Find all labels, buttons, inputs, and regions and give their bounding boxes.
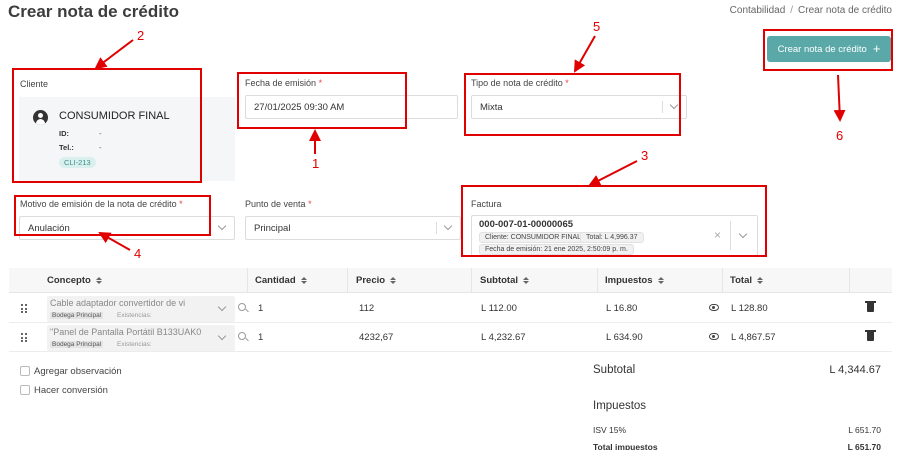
sort-icon [300,277,307,284]
header-cantidad[interactable]: Cantidad [255,275,307,286]
concept-select[interactable]: "Panel de Pantalla Portátil B133UAK0 Bod… [47,325,235,351]
pos-label: Punto de venta * [245,199,312,209]
header-total[interactable]: Total [730,275,763,286]
quantity-field[interactable]: 1 [258,303,263,314]
annotation-number-5: 5 [593,19,601,34]
isv-label: ISV 15% [593,425,627,435]
annotation-box-date [237,72,407,129]
drag-handle-icon[interactable] [21,333,27,342]
chevron-down-icon [217,221,227,231]
annotation-box-create [763,29,893,71]
search-icon[interactable] [238,303,246,311]
eye-icon[interactable] [709,333,719,340]
tax-value: L 16.80 [606,303,638,314]
drag-handle-icon[interactable] [21,304,27,313]
quantity-field[interactable]: 1 [258,332,263,343]
chevron-down-icon [443,221,453,231]
tax-value: L 634.90 [606,332,643,343]
pos-select[interactable]: Principal [245,216,461,240]
header-subtotal[interactable]: Subtotal [480,275,529,286]
chevron-down-icon [217,302,227,312]
arrow-5 [574,35,596,73]
annotation-number-1: 1 [312,156,320,171]
arrow-3 [588,160,638,186]
eye-icon[interactable] [709,304,719,311]
add-observation-checkbox[interactable] [20,366,30,376]
total-value: L 128.80 [731,303,768,314]
breadcrumb-item-current: Crear nota de crédito [798,5,892,16]
total-value: L 4,867.57 [731,332,776,343]
annotation-box-invoice [461,185,767,257]
sort-icon [95,277,102,284]
annotation-box-type [464,73,681,136]
sort-icon [757,277,763,284]
summary-subtotal-value: L 4,344.67 [829,364,881,376]
annotation-box-client [12,68,202,183]
total-taxes-label: Total impuestos [593,442,658,450]
subtotal-value: L 112.00 [481,303,517,314]
trash-icon[interactable] [865,330,876,341]
summary-taxes-title: Impuestos [593,400,647,412]
price-field[interactable]: 4232,67 [359,332,393,343]
header-impuestos[interactable]: Impuestos [605,275,664,286]
conversion-checkbox[interactable] [20,385,30,395]
total-taxes-value: L 651.70 [847,442,881,450]
concept-select[interactable]: Cable adaptador convertidor de vi Bodega… [47,296,235,322]
table-row: "Panel de Pantalla Portátil B133UAK0 Bod… [9,323,892,352]
add-observation-label: Agregar observación [34,366,122,377]
trash-icon[interactable] [865,301,876,312]
table-header: Concepto Cantidad Precio Subtotal Impues… [9,268,892,293]
sort-icon [390,277,397,284]
annotation-number-6: 6 [836,128,844,143]
header-precio[interactable]: Precio [356,275,397,286]
price-field[interactable]: 112 [359,303,374,314]
annotation-box-reason [14,195,211,236]
search-icon[interactable] [238,332,246,340]
isv-value: L 651.70 [848,425,881,435]
annotation-number-4: 4 [134,246,142,261]
sort-icon [523,277,529,284]
breadcrumb-separator: / [790,5,794,16]
arrow-2 [94,39,134,70]
header-concepto[interactable]: Concepto [47,275,102,286]
sort-icon [657,277,664,284]
subtotal-value: L 4,232.67 [481,332,526,343]
arrow-6 [833,74,846,122]
breadcrumb: Contabilidad / Crear nota de crédito [730,5,892,16]
pos-value: Principal [254,222,291,234]
breadcrumb-item-contabilidad[interactable]: Contabilidad [730,5,786,16]
annotation-number-3: 3 [641,148,649,163]
table-row: Cable adaptador convertidor de vi Bodega… [9,294,892,323]
page-title: Crear nota de crédito [8,2,179,21]
conversion-label: Hacer conversión [34,385,108,396]
chevron-down-icon [217,331,227,341]
summary-subtotal-label: Subtotal [593,364,636,376]
annotation-number-2: 2 [137,28,145,43]
